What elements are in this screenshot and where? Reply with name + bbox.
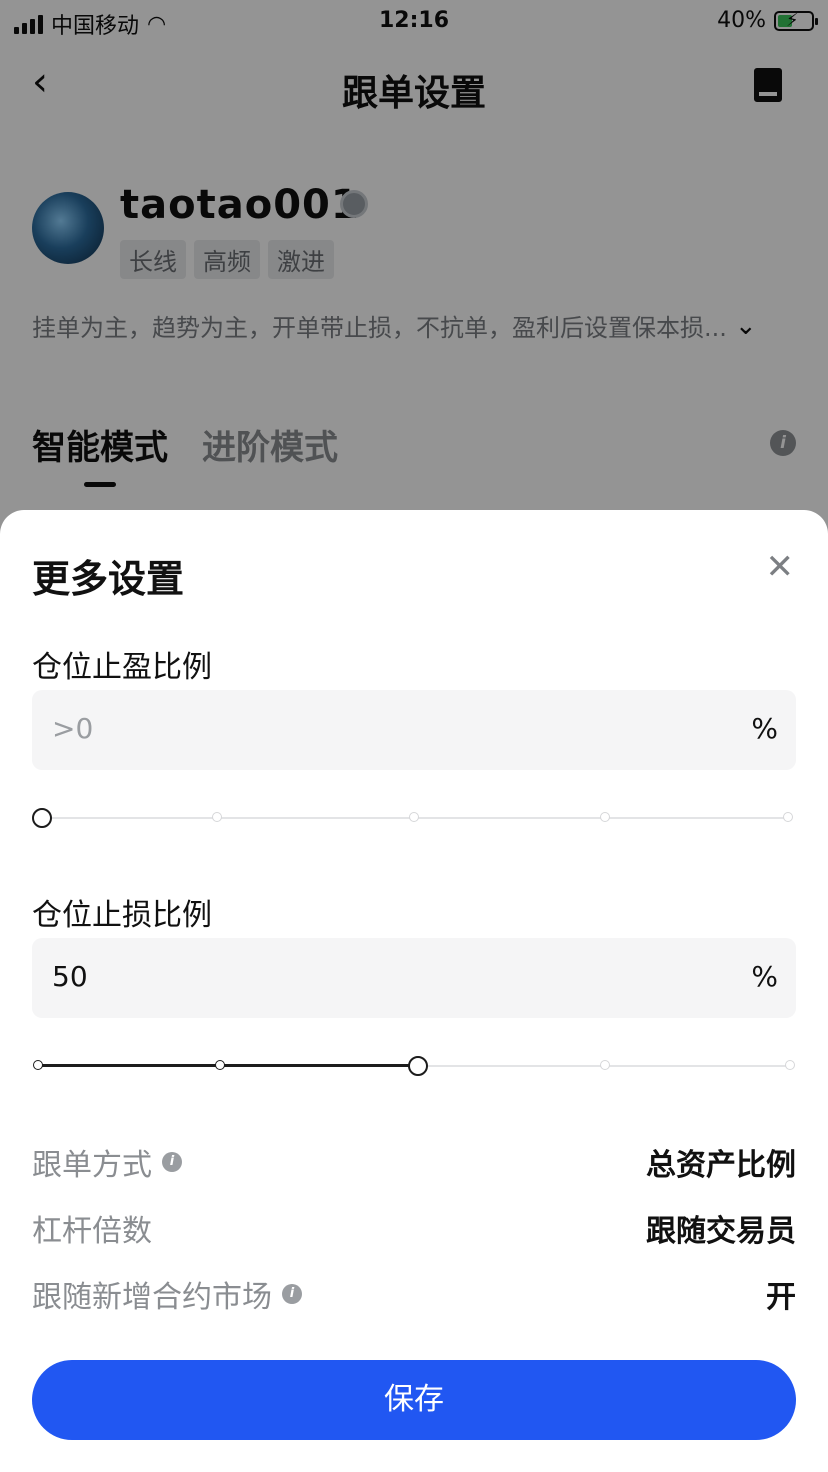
save-button[interactable]: 保存 — [32, 1360, 796, 1440]
slider-step-0[interactable] — [33, 1060, 44, 1070]
slider-step-100[interactable] — [783, 812, 794, 822]
leverage-row[interactable]: 杠杆倍数 跟随交易员 — [32, 1206, 796, 1249]
percent-unit: % — [751, 712, 778, 745]
follow-new-markets-row[interactable]: 跟随新增合约市场 i 开 — [32, 1272, 796, 1315]
info-icon[interactable]: i — [282, 1284, 302, 1304]
sheet-title: 更多设置 — [32, 557, 185, 601]
follow-new-markets-value: 开 — [766, 1280, 796, 1315]
stop-loss-value: 50 — [52, 960, 88, 993]
copy-mode-row[interactable]: 跟单方式 i 总资产比例 — [32, 1140, 796, 1183]
follow-new-markets-label-wrap: 跟随新增合约市场 i — [32, 1272, 302, 1316]
slider-step-25[interactable] — [211, 812, 222, 822]
more-settings-sheet: 更多设置 ✕ 仓位止盈比例 >0 % 仓位止损比例 50 % 跟单方式 i 总资… — [0, 510, 828, 1472]
stop-loss-input[interactable]: 50 % — [32, 938, 796, 1018]
slider-knob[interactable] — [31, 808, 52, 828]
slider-step-25[interactable] — [214, 1060, 225, 1070]
copy-mode-label: 跟单方式 — [32, 1148, 152, 1183]
copy-mode-label-wrap: 跟单方式 i — [32, 1140, 182, 1184]
slider-knob[interactable] — [407, 1056, 428, 1076]
slider-step-75[interactable] — [600, 812, 610, 822]
take-profit-label: 仓位止盈比例 — [32, 650, 212, 685]
follow-new-markets-label: 跟随新增合约市场 — [32, 1280, 272, 1315]
leverage-value: 跟随交易员 — [646, 1214, 796, 1249]
info-icon[interactable]: i — [162, 1152, 182, 1172]
slider-step-100[interactable] — [784, 1060, 795, 1070]
percent-unit: % — [751, 960, 778, 993]
slider-step-50[interactable] — [409, 812, 419, 822]
stop-loss-label: 仓位止损比例 — [32, 898, 212, 933]
stop-loss-slider[interactable] — [32, 1054, 796, 1078]
take-profit-placeholder: >0 — [52, 712, 94, 745]
copy-mode-value: 总资产比例 — [646, 1148, 796, 1183]
slider-step-75[interactable] — [600, 1060, 610, 1070]
take-profit-input[interactable]: >0 % — [32, 690, 796, 770]
slider-fill — [40, 1064, 416, 1067]
close-icon[interactable]: ✕ — [766, 550, 795, 584]
take-profit-slider[interactable] — [31, 806, 796, 830]
leverage-label: 杠杆倍数 — [32, 1214, 152, 1249]
leverage-label-wrap: 杠杆倍数 — [32, 1206, 152, 1250]
